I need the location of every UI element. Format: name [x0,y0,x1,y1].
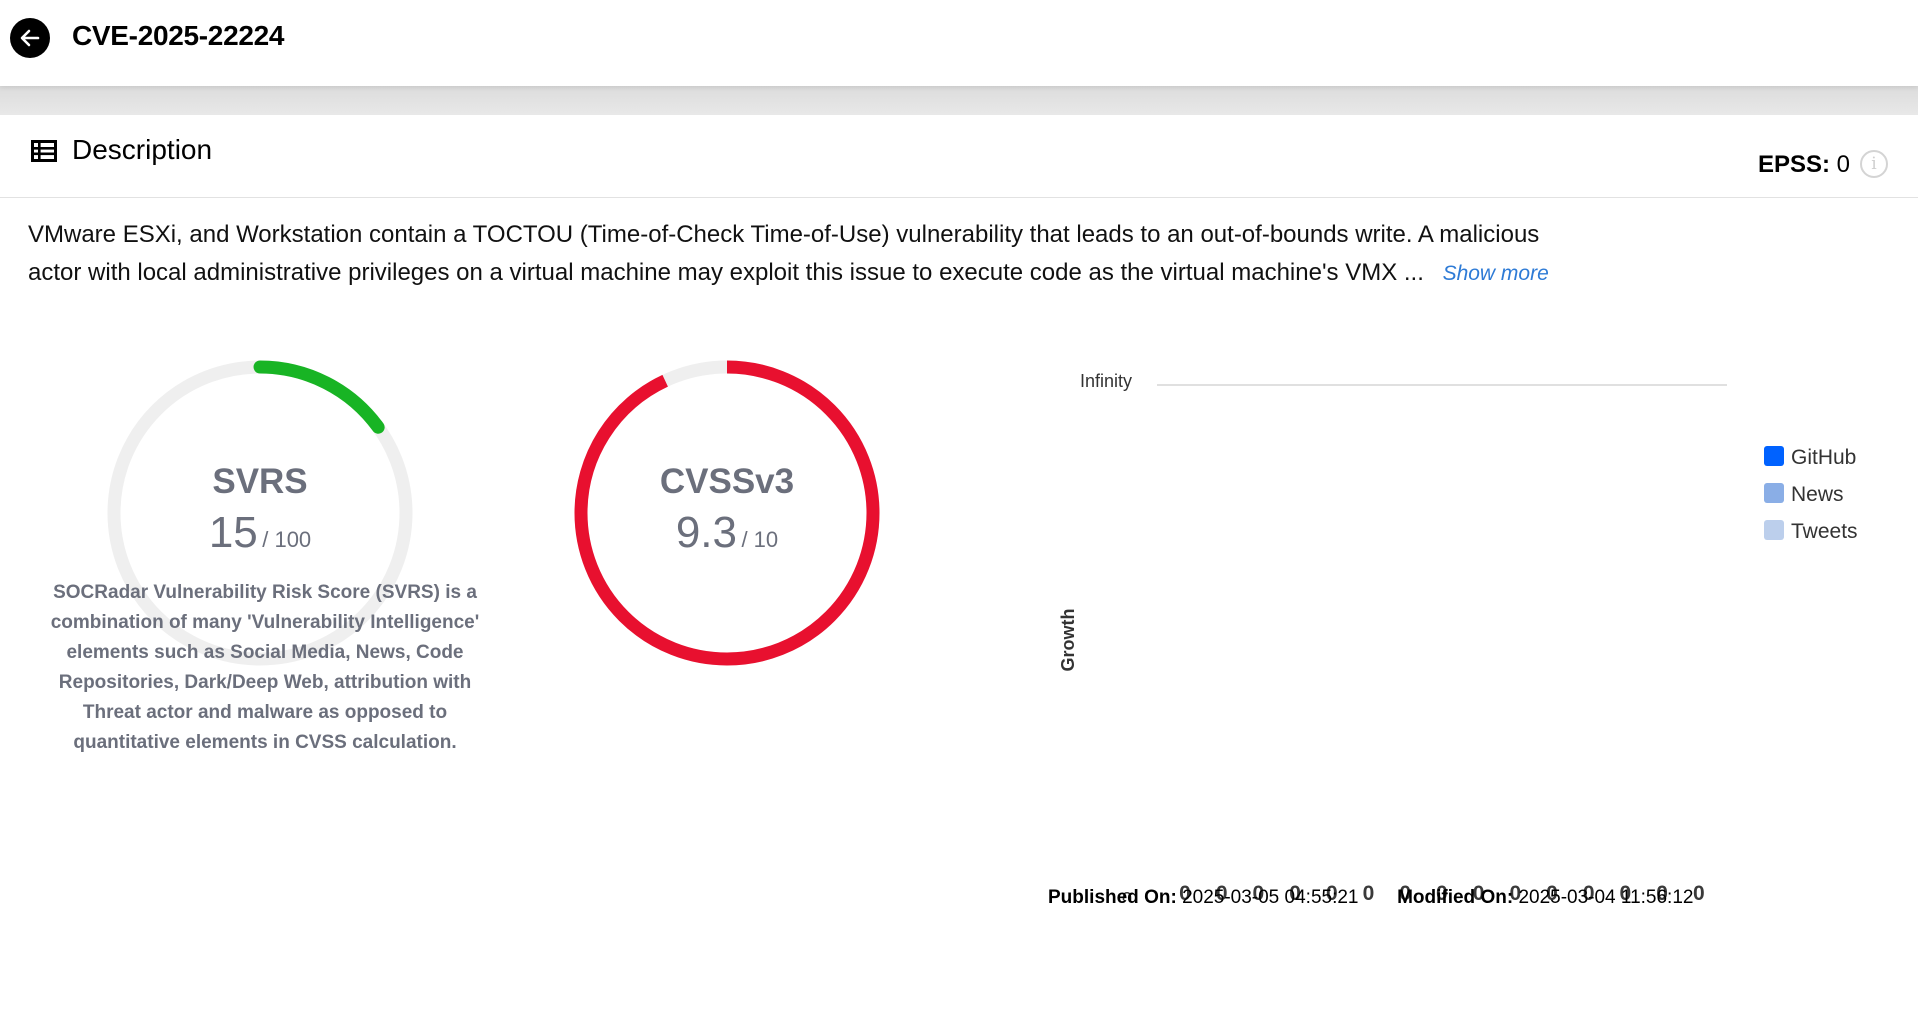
y-axis-title: Growth [1058,609,1078,672]
modified-label: Modified On: [1397,887,1514,908]
show-more-link[interactable]: Show more [1443,262,1549,285]
dates-row: Published On: 2025-03-05 04:55:21 Modifi… [1048,887,1693,909]
y-tick-top: Infinity [1080,371,1132,391]
cvss-max: / 10 [741,527,779,552]
back-button[interactable] [10,18,50,58]
legend-swatch-tweets [1764,520,1784,540]
separator-band [0,86,1918,115]
svrs-max: / 100 [262,527,312,552]
legend-label-github: GitHub [1791,446,1856,469]
description-text: VMware ESXi, and Workstation contain a T… [28,216,1558,292]
published-value: 2025-03-05 04:55:21 [1182,887,1359,908]
page-title: CVE-2025-22224 [72,20,285,51]
info-icon[interactable]: i [1860,150,1888,178]
legend-label-news: News [1791,483,1844,506]
cvss-gauge: CVSSv3 9.3 / 10 [572,358,882,668]
epss-label: EPSS: [1757,151,1830,178]
description-body: VMware ESXi, and Workstation contain a T… [28,221,1540,286]
list-icon [31,140,57,162]
legend-label-tweets: Tweets [1791,520,1858,543]
cvss-score: 9.3 [675,508,737,557]
legend-swatch-news [1764,483,1784,503]
modified-value: 2025-03-04 11:56:12 [1518,887,1694,908]
legend-swatch-github [1764,446,1784,466]
growth-chart: Infinity 0 Growth 19 Feb22 Feb25 Feb28 F… [1020,340,1918,959]
data-label: 0 [1693,882,1705,900]
epss-score: EPSS: 0 [1758,151,1850,179]
card-header: Description EPSS: 0 i [0,115,1918,198]
svrs-description: SOCRadar Vulnerability Risk Score (SVRS)… [50,582,480,753]
cvss-label: CVSSv3 [659,462,795,501]
cvss-value: 9.3 / 10 [572,508,882,558]
section-title: Description [72,134,213,165]
svrs-score: 15 [208,508,258,557]
epss-value: 0 [1836,151,1850,178]
legend: GitHub News Tweets [1764,446,1858,543]
arrow-left-icon [20,29,40,47]
growth-chart-svg: Infinity 0 Growth 19 Feb22 Feb25 Feb28 F… [1058,371,1858,959]
svrs-value: 15 / 100 [105,508,415,558]
published-label: Published On: [1048,887,1177,908]
top-bar: CVE-2025-22224 [0,0,1918,86]
svrs-label: SVRS [212,462,308,501]
